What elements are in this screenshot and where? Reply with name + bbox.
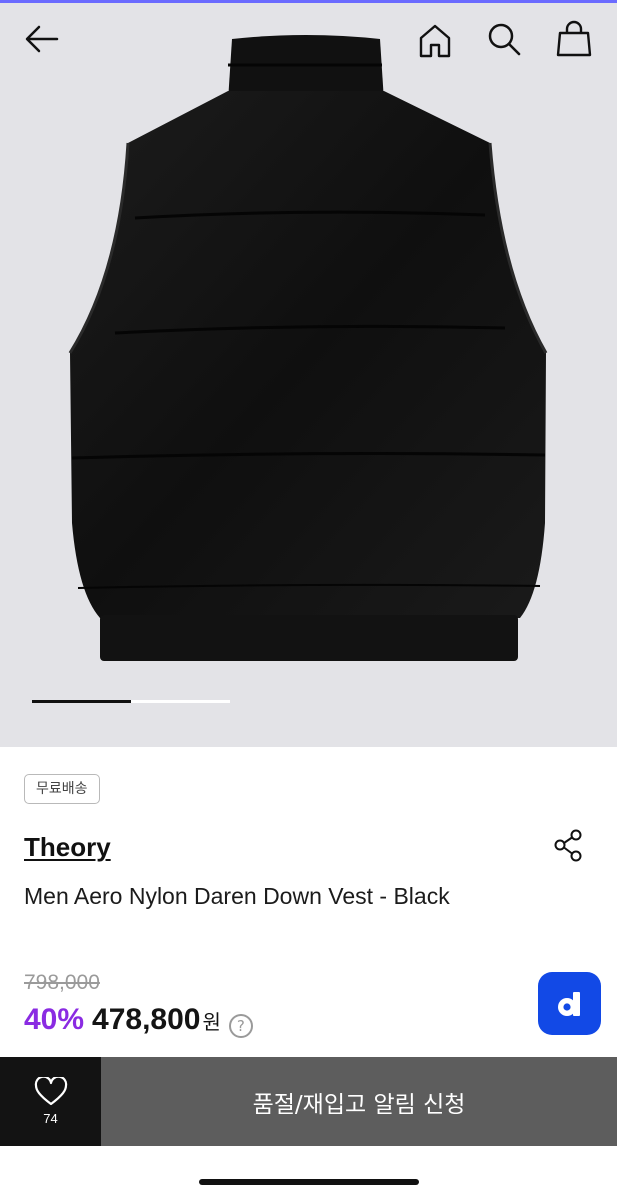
- sale-price: 478,800: [92, 1003, 201, 1036]
- top-navigation-bar: [0, 3, 617, 75]
- product-image: [68, 35, 548, 661]
- like-button[interactable]: 74: [0, 1057, 101, 1146]
- home-icon: [419, 24, 451, 58]
- bottom-action-bar: 74 품절/재입고 알림 신청: [0, 1057, 617, 1146]
- share-icon: [554, 829, 582, 862]
- gallery-progress-fill: [32, 700, 131, 703]
- app-floating-button[interactable]: [538, 972, 601, 1035]
- discount-rate: 40%: [24, 1003, 85, 1036]
- restock-notify-button[interactable]: 품절/재입고 알림 신청: [101, 1057, 617, 1146]
- original-price: 798,000: [24, 971, 100, 994]
- heart-icon: [34, 1077, 67, 1106]
- search-icon: [488, 23, 521, 56]
- gallery-progress-indicator: [32, 700, 230, 703]
- home-indicator-bar: [199, 1179, 419, 1185]
- app-logo-icon: [557, 991, 580, 1016]
- currency-unit: 원: [202, 1012, 221, 1034]
- share-button[interactable]: [548, 826, 588, 866]
- arrow-left-icon: [25, 25, 59, 53]
- shopping-bag-button[interactable]: [552, 17, 596, 61]
- shopping-bag-icon: [556, 20, 592, 57]
- brand-link[interactable]: Theory: [24, 832, 111, 863]
- free-shipping-badge: 무료배송: [24, 774, 100, 804]
- product-title: Men Aero Nylon Daren Down Vest - Black: [24, 883, 450, 909]
- back-button[interactable]: [20, 17, 64, 61]
- home-button[interactable]: [413, 19, 457, 63]
- price-help-icon[interactable]: ?: [228, 1014, 253, 1038]
- search-button[interactable]: [482, 17, 526, 61]
- price-row: 40% 478,800 원 ?: [24, 1003, 253, 1038]
- like-count: 74: [43, 1111, 58, 1126]
- product-image-gallery[interactable]: [0, 3, 617, 747]
